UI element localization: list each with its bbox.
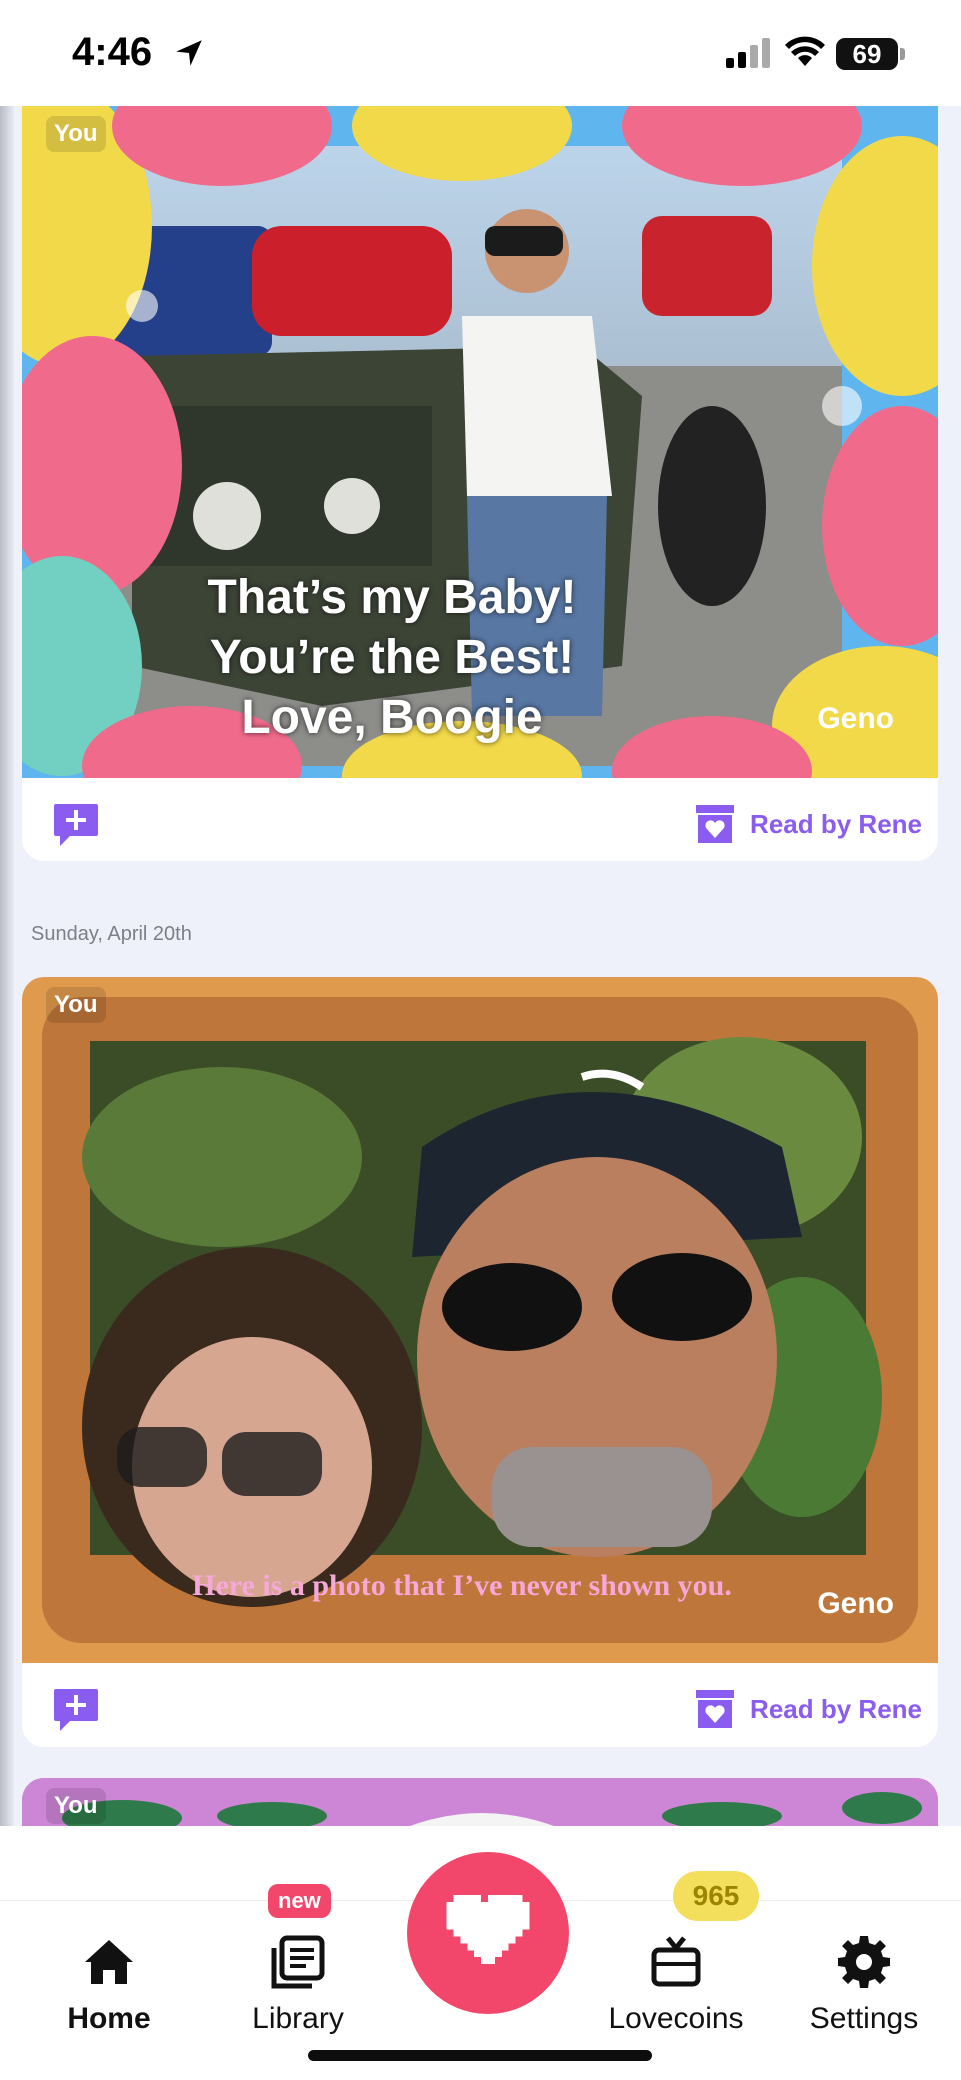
read-status: Read by Rene [750, 1693, 922, 1724]
add-reply-icon[interactable] [52, 1687, 100, 1733]
gift-icon [651, 1936, 701, 1987]
sender-label: You [46, 1788, 106, 1824]
read-receipt: Read by Rene [694, 1687, 922, 1731]
tab-label: Lovecoins [608, 2002, 744, 2035]
tab-settings[interactable]: Settings [789, 1932, 939, 2036]
add-reply-icon[interactable] [52, 802, 100, 848]
home-indicator[interactable] [308, 2050, 652, 2061]
card-message: Here is a photo that I’ve never shown yo… [192, 1569, 732, 1602]
tab-library[interactable]: Library [223, 1932, 373, 2036]
sender-label: You [46, 987, 106, 1023]
battery-icon: 69 [836, 38, 898, 70]
pixel-heart-icon [446, 1895, 530, 1965]
card-actions: Read by Rene [22, 778, 938, 861]
author-label: Geno [817, 702, 894, 735]
home-icon [85, 1940, 133, 1984]
tab-label: Library [252, 2002, 344, 2035]
signal-icon [726, 38, 770, 68]
read-status: Read by Rene [750, 808, 922, 839]
sender-label: You [46, 116, 106, 152]
location-arrow-icon [176, 40, 202, 66]
author-label: Geno [817, 1587, 894, 1620]
date-divider: Sunday, April 20th [31, 923, 192, 945]
tab-lovecoins[interactable]: Lovecoins [601, 1932, 751, 2036]
new-badge: new [268, 1884, 331, 1918]
tab-label: Settings [809, 2002, 919, 2035]
tab-label: Home [67, 2002, 151, 2035]
message-card[interactable]: You Here is a photo that I’ve never show… [22, 977, 938, 1747]
card-artwork[interactable]: You That’s my Baby! You’re the Best! Lov… [22, 106, 938, 778]
wood-frame-photo [22, 977, 938, 1663]
lovecoins-count-badge: 965 [673, 1871, 759, 1921]
screen-edge-shadow [0, 0, 14, 2080]
gear-icon [838, 1936, 890, 1988]
tab-home[interactable]: Home [34, 1932, 184, 2036]
card-artwork[interactable]: You Here is a photo that I’ve never show… [22, 977, 938, 1663]
read-heart-icon [696, 1690, 735, 1728]
card-actions: Read by Rene [22, 1663, 938, 1747]
send-love-button[interactable] [407, 1852, 569, 2014]
wifi-icon [785, 36, 825, 66]
library-icon [271, 1935, 325, 1989]
status-time: 4:46 [72, 30, 153, 74]
status-bar: 4:46 69 [0, 0, 961, 106]
battery-cap [900, 48, 905, 60]
read-receipt: Read by Rene [694, 802, 922, 846]
card-message: That’s my Baby! You’re the Best! Love, B… [207, 571, 577, 744]
message-card[interactable]: You That’s my Baby! You’re the Best! Lov… [22, 106, 938, 861]
read-heart-icon [696, 805, 735, 843]
